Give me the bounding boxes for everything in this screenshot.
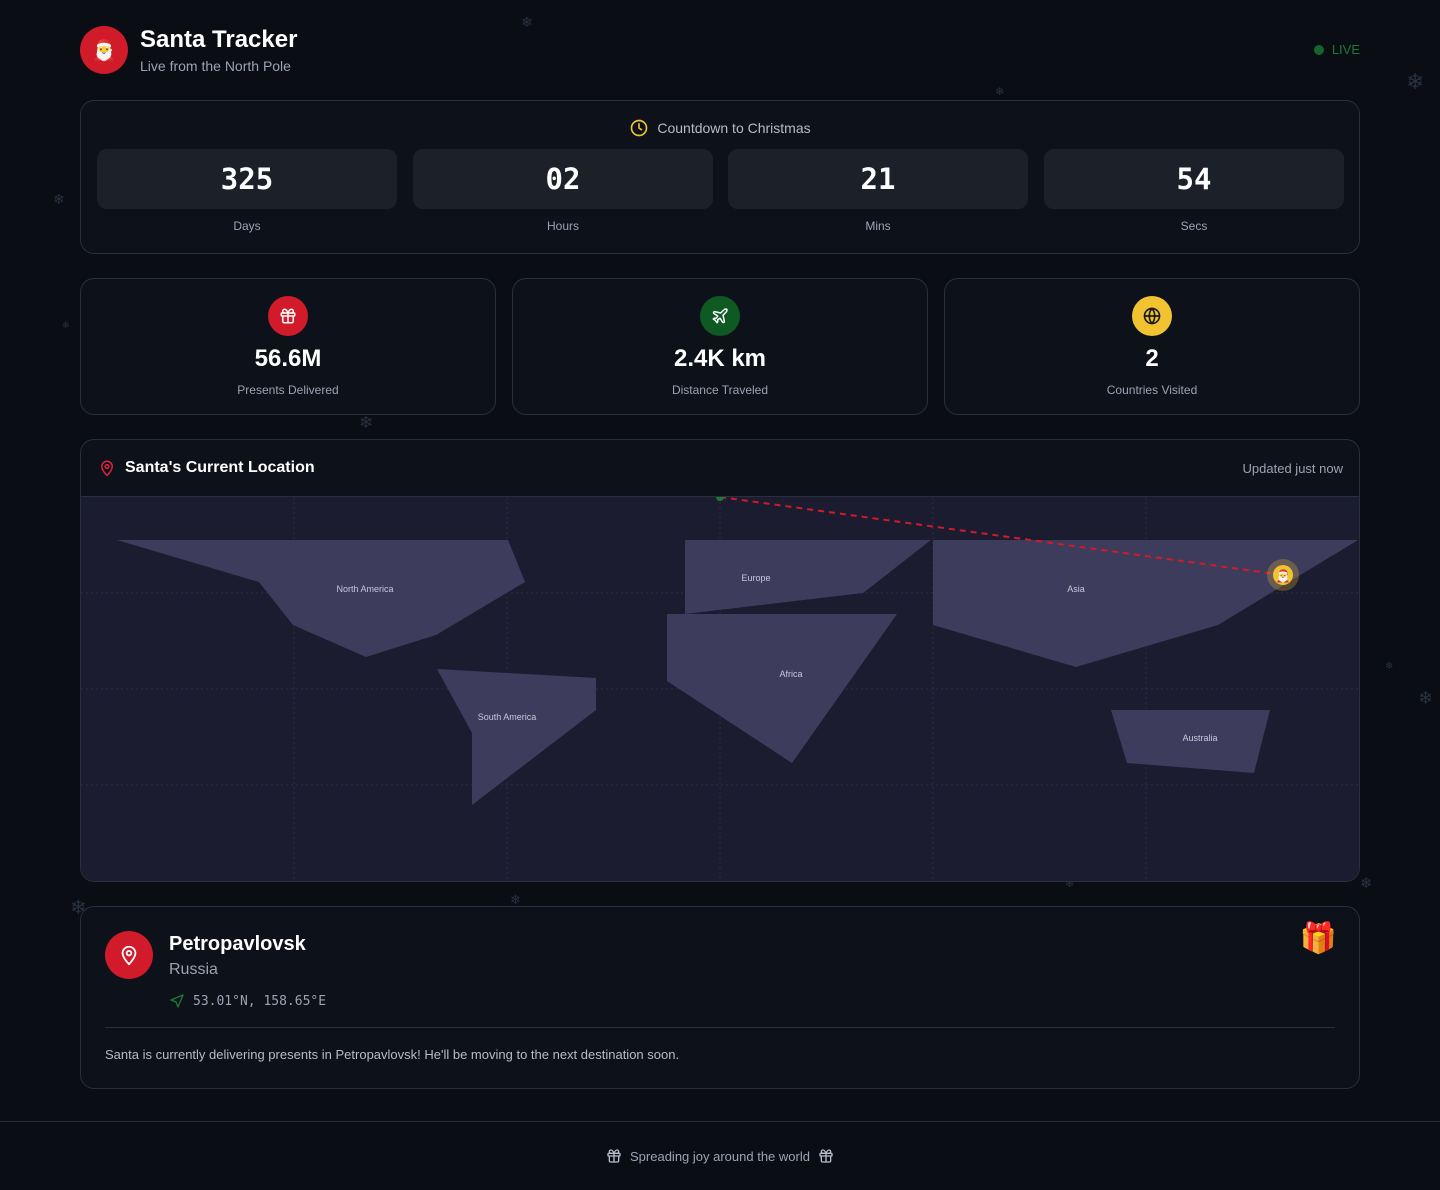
live-indicator: LIVE	[1313, 42, 1360, 57]
countdown-hours-value: 02	[413, 149, 713, 209]
countdown-days-label: Days	[233, 219, 261, 233]
presents-delivered-label: Presents Delivered	[237, 383, 339, 397]
navigation-arrow-icon	[170, 994, 184, 1008]
stat-card-presents: 56.6M Presents Delivered	[80, 278, 496, 415]
gift-icon	[607, 1149, 621, 1163]
label-africa: Africa	[779, 669, 802, 679]
santa-logo-icon: 🎅	[80, 26, 128, 74]
continent-north-america	[117, 540, 525, 657]
snowflake-icon: ❄	[359, 413, 374, 433]
clock-icon	[631, 119, 648, 137]
distance-traveled-value: 2.4K km	[673, 345, 767, 372]
snowflake-icon: ❄	[1406, 70, 1425, 95]
location-description: Santa is currently delivering presents i…	[105, 1047, 680, 1062]
north-pole-marker	[716, 493, 724, 501]
snowflake-icon: ❄	[1385, 661, 1394, 672]
location-coordinates: 53.01°N, 158.65°E	[169, 993, 326, 1009]
label-south-america: South America	[478, 712, 537, 722]
countries-visited-label: Countries Visited	[1106, 383, 1198, 397]
snowflake-icon: ❄	[1418, 688, 1434, 709]
app-header: 🎅 Santa Tracker Live from the North Pole…	[80, 26, 1360, 76]
countdown-card: Countdown to Christmas 325 Days 02 Hours…	[80, 100, 1360, 254]
map-card: Santa's Current Location Updated just no…	[80, 439, 1360, 882]
location-city: Petropavlovsk	[169, 933, 306, 955]
map-updated-status: Updated just now	[1242, 461, 1343, 476]
countries-visited-value: 2	[1145, 345, 1159, 372]
snowflake-icon: ❄	[62, 321, 70, 331]
map-title: Santa's Current Location	[125, 459, 315, 476]
presents-delivered-value: 56.6M	[254, 345, 322, 372]
snowflake-icon: ❄	[1360, 874, 1373, 892]
location-divider	[105, 1027, 1335, 1028]
countdown-title: Countdown to Christmas	[657, 120, 811, 136]
app-subtitle: Live from the North Pole	[140, 58, 291, 74]
map-pin-icon	[101, 460, 113, 477]
location-pin-icon	[105, 931, 153, 979]
app-title: Santa Tracker	[140, 26, 298, 53]
page-footer: Spreading joy around the world	[0, 1121, 1440, 1190]
distance-traveled-label: Distance Traveled	[671, 383, 769, 397]
countdown-mins-label: Mins	[865, 219, 891, 233]
countdown-secs-value: 54	[1044, 149, 1344, 209]
stat-card-distance: 2.4K km Distance Traveled	[512, 278, 928, 415]
current-location-card: Petropavlovsk Russia 53.01°N, 158.65°E 🎁…	[80, 906, 1360, 1089]
plane-icon	[700, 296, 740, 336]
snowflake-icon: ❄	[53, 192, 65, 208]
world-map-svg: North America South America Europe Afric…	[81, 493, 1359, 881]
label-europe: Europe	[741, 573, 770, 583]
live-dot-icon	[1313, 44, 1324, 55]
countdown-mins-value: 21	[728, 149, 1028, 209]
location-country: Russia	[169, 961, 218, 978]
santa-marker-icon: 🎅	[1276, 569, 1291, 583]
coordinates-text: 53.01°N, 158.65°E	[193, 993, 327, 1009]
countdown-secs-label: Secs	[1180, 219, 1208, 233]
countdown-hours-label: Hours	[546, 219, 579, 233]
continent-europe	[685, 540, 931, 614]
stat-card-countries: 2 Countries Visited	[944, 278, 1360, 415]
label-north-america: North America	[336, 584, 393, 594]
footer-text: Spreading joy around the world	[630, 1148, 810, 1164]
countdown-heading: Countdown to Christmas	[81, 118, 1359, 138]
globe-icon	[1132, 296, 1172, 336]
map-header: Santa's Current Location Updated just no…	[81, 440, 1359, 497]
gift-box-icon: 🎁	[1299, 921, 1337, 956]
snowflake-icon: ❄	[995, 85, 1005, 98]
gift-icon	[819, 1149, 833, 1163]
gift-icon	[268, 296, 308, 336]
live-label: LIVE	[1331, 42, 1360, 57]
countdown-days-value: 325	[97, 149, 397, 209]
label-asia: Asia	[1067, 584, 1085, 594]
label-australia: Australia	[1182, 733, 1217, 743]
world-map[interactable]: North America South America Europe Afric…	[81, 493, 1359, 881]
